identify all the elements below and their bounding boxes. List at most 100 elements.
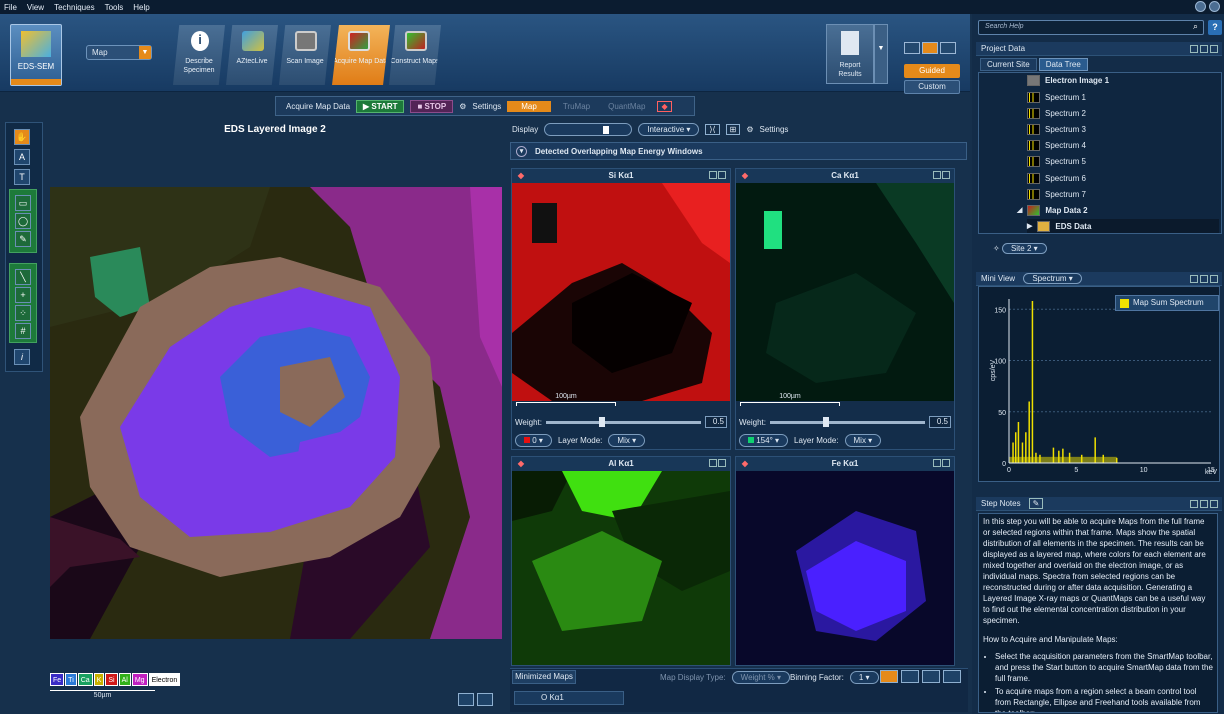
mini-mode-select[interactable]: Spectrum ▾ [1023, 273, 1082, 284]
fit-view-icon[interactable] [458, 693, 474, 706]
custom-button[interactable]: Custom [904, 80, 960, 94]
menu-help[interactable]: Help [133, 3, 149, 12]
ca-map-image[interactable] [736, 183, 954, 401]
layer-mode-select[interactable]: Mix ▾ [608, 434, 646, 447]
layers-icon[interactable]: ◆ [740, 171, 750, 181]
menu-techniques[interactable]: Techniques [54, 3, 94, 12]
weight-knob[interactable] [598, 416, 605, 427]
legend-al[interactable]: Al [118, 673, 131, 686]
rectangle-icon[interactable]: ▭ [15, 195, 31, 211]
maximize-icon[interactable] [1200, 275, 1208, 283]
freehand-icon[interactable]: ✎ [15, 231, 31, 247]
tree-item[interactable]: Spectrum 5 [1027, 154, 1207, 168]
slider-knob[interactable] [603, 125, 610, 134]
minimize-icon[interactable] [709, 171, 717, 179]
collapsed-icon[interactable]: ▶ [1027, 222, 1032, 230]
close-icon[interactable] [718, 171, 726, 179]
weight-knob[interactable] [822, 416, 829, 427]
minimize-icon[interactable] [933, 459, 941, 467]
acquire-settings[interactable]: Settings [472, 102, 501, 111]
site-pill[interactable]: Site 2 ▾ [1001, 243, 1047, 254]
guided-button[interactable]: Guided [904, 64, 960, 78]
layers-icon[interactable]: ◆ [516, 459, 526, 469]
close-icon[interactable] [1210, 275, 1218, 283]
maximize-icon[interactable] [1200, 500, 1208, 508]
minimize-icon[interactable] [933, 171, 941, 179]
close-icon[interactable] [942, 459, 950, 467]
close-icon[interactable] [1210, 500, 1218, 508]
spectrum-view-icon[interactable] [477, 693, 493, 706]
ellipse-icon[interactable]: ◯ [15, 213, 31, 229]
minimize-icon[interactable] [709, 459, 717, 467]
legend-fe[interactable]: Fe [50, 673, 65, 686]
layer-mode-select[interactable]: Mix ▾ [844, 434, 882, 447]
legend-ti[interactable]: Ti [65, 673, 77, 686]
menu-file[interactable]: File [4, 3, 17, 12]
step-construct-maps[interactable]: Construct Maps [389, 25, 441, 85]
text-icon[interactable]: T [14, 169, 30, 185]
multi-point-icon[interactable]: ⁘ [15, 305, 31, 321]
legend-electron[interactable]: Electron [148, 673, 181, 686]
layout-double-icon[interactable] [922, 42, 938, 54]
minimized-map-o[interactable]: O Kα1 [514, 691, 624, 705]
crosshair-icon[interactable] [901, 670, 919, 683]
weight-slider[interactable] [545, 416, 701, 427]
tree-item[interactable]: Spectrum 2 [1027, 106, 1207, 120]
close-icon[interactable] [942, 171, 950, 179]
close-window-icon[interactable] [1209, 1, 1220, 12]
search-icon[interactable]: ⌕ [1189, 21, 1202, 34]
app-tile-dropdown[interactable] [11, 79, 61, 85]
grid-point-icon[interactable]: # [15, 323, 31, 339]
layers-icon[interactable]: ◆ [740, 459, 750, 469]
legend-si[interactable]: Si [105, 673, 118, 686]
report-results-button[interactable]: Report Results [826, 24, 874, 84]
collapse-icon[interactable]: ▾ [516, 146, 527, 157]
step-aztec-live[interactable]: AZtecLive [226, 25, 278, 85]
start-button[interactable]: ▶ START [356, 99, 405, 113]
site-select[interactable]: ✧ Site 2 ▾ [993, 243, 1047, 254]
menu-view[interactable]: View [27, 3, 44, 12]
layout-grid-icon[interactable] [940, 42, 956, 54]
maximize-icon[interactable] [1200, 45, 1208, 53]
step-scan-image[interactable]: Scan Image [279, 25, 331, 85]
annotation-icon[interactable]: A [14, 149, 30, 165]
color-select[interactable]: 0 ▾ [515, 434, 552, 447]
binning-select[interactable]: 1 ▾ [849, 671, 879, 684]
minimize-window-icon[interactable] [1195, 1, 1206, 12]
tab-current-site[interactable]: Current Site [980, 58, 1037, 71]
display-slider[interactable] [544, 122, 633, 136]
tree-item[interactable]: Spectrum 1 [1027, 90, 1207, 104]
tree-item[interactable]: Electron Image 1 [1027, 73, 1207, 87]
overlay-icon[interactable]: ⊞ [725, 123, 741, 135]
layout-single-icon[interactable] [904, 42, 920, 54]
legend-ca[interactable]: Ca [77, 673, 93, 686]
series-legend[interactable]: Map Sum Spectrum [1115, 295, 1219, 311]
report-dropdown[interactable]: ▼ [874, 24, 888, 84]
display-mode-select[interactable]: Interactive ▾ [638, 122, 700, 136]
fe-map-image[interactable] [736, 471, 954, 665]
tree-item[interactable]: Spectrum 3 [1027, 122, 1207, 136]
al-map-image[interactable] [512, 471, 730, 665]
map-button[interactable]: Map [507, 100, 551, 112]
hand-icon[interactable]: ✋ [14, 129, 30, 145]
legend-k[interactable]: K [93, 673, 105, 686]
point-icon[interactable]: + [15, 287, 31, 303]
detected-overlap-header[interactable]: ▾ Detected Overlapping Map Energy Window… [510, 142, 967, 160]
tree-item-selected[interactable]: ▶ EDS Data [1027, 219, 1219, 233]
weight-slider[interactable] [769, 416, 925, 427]
eds-layered-image[interactable] [50, 187, 502, 639]
expand-icon[interactable]: ◢ [1017, 206, 1022, 214]
help-icon[interactable]: ? [1208, 20, 1222, 35]
search-input[interactable]: Search Help [978, 20, 1204, 35]
close-icon[interactable] [1210, 45, 1218, 53]
color-select[interactable]: 154° ▾ [739, 434, 789, 447]
minimized-maps-tab[interactable]: Minimized Maps [512, 670, 576, 684]
close-icon[interactable] [718, 459, 726, 467]
edit-icon[interactable]: ✎ [1028, 498, 1044, 509]
spectrum-icon[interactable] [922, 670, 940, 683]
legend-mg[interactable]: Mg [131, 673, 148, 686]
rainbow-icon[interactable] [943, 670, 961, 683]
mode-select[interactable]: Map ▼ [86, 45, 152, 60]
si-map-image[interactable] [512, 183, 730, 401]
minimize-icon[interactable] [1190, 500, 1198, 508]
